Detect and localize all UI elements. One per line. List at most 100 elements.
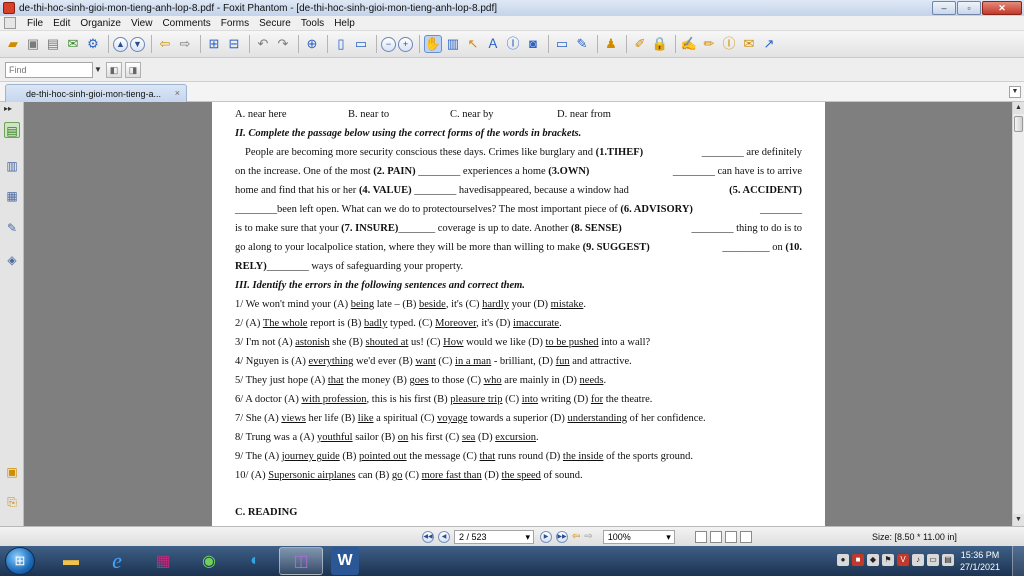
scan-icon[interactable]: ⚙ [84,35,102,53]
form-field-icon[interactable]: ▭ [553,35,571,53]
file-explorer-icon[interactable]: ▬ [49,547,93,575]
page-number-field[interactable]: 2 / 523 ▾ [454,529,534,544]
zoom-field[interactable]: 100% ▾ [602,529,675,544]
microsoft-word-icon[interactable]: W [331,547,359,575]
back-arrow-icon[interactable]: ⇦ [156,35,174,53]
attachments-panel-icon[interactable]: ◈ [4,252,20,268]
pages-thumbnail-icon[interactable]: ▤ [4,122,20,138]
last-page-icon[interactable]: ▶▶ [556,530,568,543]
foxit-phantom-task-icon[interactable]: ◫ [279,547,323,575]
comments-panel-icon[interactable]: ✎ [4,220,20,236]
scroll-down-icon[interactable]: ▼ [1013,514,1024,526]
forward-arrow-icon[interactable]: ⇨ [176,35,194,53]
scroll-up-icon[interactable]: ▲ [1013,102,1024,114]
menu-comments[interactable]: Comments [157,18,215,29]
bookmarks-icon[interactable]: ▥ [4,158,20,174]
previous-view-icon[interactable]: ⇦ [572,531,580,542]
windows-start-icon[interactable]: ⊞ [5,547,35,575]
zalo-tray-icon[interactable]: ● [837,554,849,566]
single-page-view-icon[interactable] [694,530,707,543]
snapshot-icon[interactable]: ◙ [524,35,542,53]
undo-icon[interactable]: ↶ [254,35,272,53]
page-dropdown-icon[interactable]: ▾ [525,531,530,543]
document-tab[interactable]: de-thi-hoc-sinh-gioi-mon-tieng-a... × [5,84,187,102]
network-icon[interactable]: ▭ [927,554,939,566]
next-page-icon[interactable]: ▶ [540,530,552,543]
volume-icon[interactable]: ♪ [912,554,924,566]
menu-organize[interactable]: Organize [75,18,126,29]
app-tray-icon[interactable]: ◆ [867,554,879,566]
tab-close-icon[interactable]: × [175,88,180,98]
fit-page-icon[interactable]: ▯ [332,35,350,53]
pencil-icon[interactable]: ✏ [700,35,718,53]
flag-tray-icon[interactable]: ⚑ [882,554,894,566]
open-folder-icon[interactable]: ▰ [4,35,22,53]
internet-explorer-icon[interactable]: e [95,547,139,575]
insert-page-icon[interactable]: ⊞ [205,35,223,53]
find-next-icon[interactable]: ◨ [125,61,141,78]
antivirus-tray-icon[interactable]: ■ [852,554,864,566]
facing-view-icon[interactable] [724,530,737,543]
paperclip-icon[interactable]: ⎘ [4,494,20,510]
tab-list-dropdown-icon[interactable]: ▼ [1009,86,1021,98]
hand-tool-icon[interactable]: ✋ [424,35,442,53]
notification-icon[interactable]: ▤ [942,554,954,566]
arrow-tool-icon[interactable]: ↗ [760,35,778,53]
fit-width-icon[interactable]: ▭ [352,35,370,53]
email-icon[interactable]: ✉ [64,35,82,53]
select-annotation-icon[interactable]: ↖ [464,35,482,53]
menu-view[interactable]: View [126,18,158,29]
restore-button[interactable]: ▫ [957,1,981,15]
page-up-icon[interactable]: ▲ [113,36,128,52]
redo-icon[interactable]: ↷ [274,35,292,53]
print-icon[interactable]: ▤ [44,35,62,53]
zoom-dropdown-icon[interactable]: ▾ [666,531,671,543]
edit-icon[interactable]: ✎ [573,35,591,53]
find-dropdown-icon[interactable]: ▼ [93,62,103,78]
continuous-facing-view-icon[interactable] [739,530,752,543]
scroll-thumb[interactable] [1014,116,1023,132]
select-text-icon[interactable]: ▥ [444,35,462,53]
document-menu-icon[interactable] [4,17,16,29]
text-field-icon[interactable]: Ⓘ [720,35,738,53]
menu-help[interactable]: Help [329,18,360,29]
system-clock[interactable]: 15:36 PM 27/1/2021 [956,549,1004,573]
stamp-icon[interactable]: ♟ [602,35,620,53]
security-panel-icon[interactable]: ▣ [4,464,20,480]
menu-secure[interactable]: Secure [254,18,296,29]
layers-icon[interactable]: ▦ [4,188,20,204]
edge-browser-icon[interactable]: ◐ [233,547,277,575]
zoom-in-icon[interactable]: + [398,36,413,52]
typewriter-icon[interactable]: Ａ [484,35,502,53]
show-desktop-button[interactable] [1012,546,1024,576]
find-input[interactable] [5,61,93,78]
comment-edit-icon[interactable]: ✍ [680,35,698,53]
menu-file[interactable]: File [22,18,48,29]
zoom-out-icon[interactable]: − [381,36,396,52]
highlight-icon[interactable]: ✐ [631,35,649,53]
vertical-scrollbar[interactable]: ▲ ▼ [1012,102,1024,526]
foxit-app-icon[interactable] [3,2,15,14]
note-icon[interactable]: ✉ [740,35,758,53]
document-viewer[interactable]: A. near here B. near to C. near by D. ne… [24,102,1012,526]
lock-icon[interactable]: 🔒 [651,35,669,53]
page-down-icon[interactable]: ▼ [130,36,145,52]
text-box-icon[interactable]: Ⓘ [504,35,522,53]
next-view-icon[interactable]: ⇨ [584,531,592,542]
menu-forms[interactable]: Forms [216,18,254,29]
find-previous-icon[interactable]: ◧ [106,61,122,78]
panel-expand-icon[interactable]: ▸▸ [4,104,12,113]
extract-page-icon[interactable]: ⊟ [225,35,243,53]
first-page-icon[interactable]: ◀◀ [422,530,434,543]
coc-coc-browser-icon[interactable]: ◉ [187,547,231,575]
save-icon[interactable]: ▣ [24,35,42,53]
previous-page-icon[interactable]: ◀ [438,530,450,543]
zoom-icon[interactable]: ⊕ [303,35,321,53]
menu-tools[interactable]: Tools [296,18,329,29]
continuous-view-icon[interactable] [709,530,722,543]
minimize-button[interactable]: – [932,1,956,15]
winrar-icon[interactable]: ▦ [141,547,185,575]
close-button[interactable]: ✕ [982,1,1022,15]
menu-edit[interactable]: Edit [48,18,75,29]
unikey-tray-icon[interactable]: V [897,554,909,566]
